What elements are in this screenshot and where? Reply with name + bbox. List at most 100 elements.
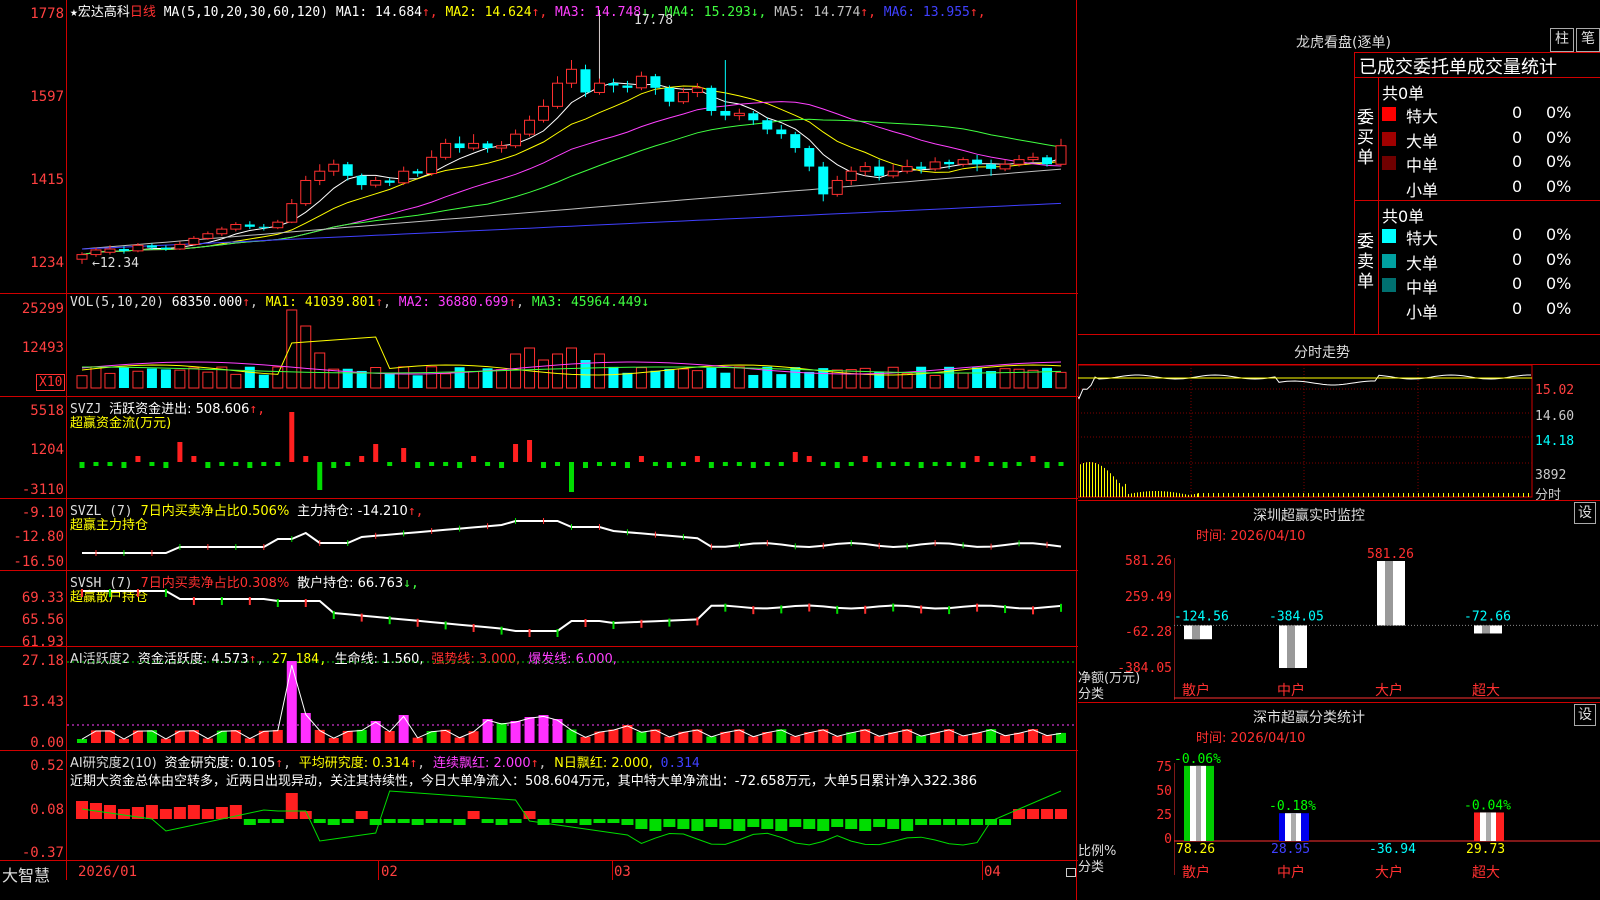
- ma-line-5: [81, 168, 1062, 250]
- intraday-vol-bar: [1343, 493, 1344, 497]
- candle-body: [593, 82, 605, 93]
- legend-swatch: [1382, 107, 1396, 121]
- intraday-chart[interactable]: [1078, 365, 1533, 500]
- candle-body: [342, 164, 353, 176]
- svsh-ytick-3: 61.93: [21, 634, 64, 650]
- vol-bar: [733, 366, 745, 389]
- ai2-bar: [579, 819, 592, 825]
- intraday-vol-bar: [1188, 494, 1189, 497]
- svzj-bar: [387, 462, 393, 466]
- intraday-vol-bar: [1428, 493, 1429, 497]
- ai2-chart[interactable]: [67, 751, 1076, 860]
- intraday-vol-bar: [1170, 491, 1171, 497]
- bar-mode-button[interactable]: 柱: [1550, 28, 1574, 52]
- ai2-bar: [593, 819, 606, 823]
- svzj-bar: [722, 462, 728, 466]
- candle-body: [216, 228, 228, 235]
- x-label-1: 2026/01: [78, 864, 138, 880]
- intraday-vol-bar: [1263, 493, 1264, 497]
- ai1-bar: [664, 736, 675, 743]
- intraday-vol-bar: [1363, 493, 1364, 497]
- volume-chart[interactable]: [67, 294, 1076, 396]
- x-label-3: 03: [614, 864, 631, 880]
- svzj-bar: [93, 462, 99, 466]
- sz-monitor-title: 深圳超赢实时监控: [1253, 508, 1365, 524]
- intraday-vol-bar: [1197, 493, 1198, 497]
- tick-mode-button[interactable]: 笔: [1576, 28, 1600, 52]
- sz-settings-button[interactable]: 设: [1574, 502, 1596, 524]
- ai2-bar: [985, 819, 998, 825]
- svsh-chart[interactable]: [67, 571, 1076, 646]
- candle-body: [944, 161, 955, 165]
- intraday-vol-bar: [1098, 464, 1099, 497]
- row-pct: 0%: [1546, 103, 1572, 122]
- candle-body: [776, 129, 787, 135]
- intraday-vol-bar: [1137, 492, 1138, 497]
- svzl-chart[interactable]: [67, 499, 1076, 570]
- intraday-vol-bar: [1158, 491, 1159, 497]
- intraday-vol-bar: [1238, 493, 1239, 497]
- sz-axis-label2: 分类: [1078, 687, 1105, 702]
- ai1-bar: [524, 717, 535, 743]
- svzj-bar: [890, 462, 896, 466]
- vol-bar: [370, 367, 382, 389]
- intraday-frame: [1078, 365, 1533, 498]
- candle-body: [677, 91, 689, 103]
- sz-bar-chart[interactable]: -124.56 散户 -384.05 中户 581.26 大户 -72.66 超大: [1174, 540, 1600, 700]
- ai2-bar: [425, 819, 438, 823]
- candle-body: [804, 148, 815, 167]
- legend-swatch: [1382, 156, 1396, 170]
- intraday-vol-bar: [1508, 493, 1509, 497]
- candle-body: [482, 143, 493, 149]
- ai2-bar: [327, 819, 340, 825]
- ai2-bar: [747, 819, 760, 827]
- candle-body: [398, 170, 410, 184]
- vol-unit-button[interactable]: X10: [36, 374, 66, 391]
- ai2-bar: [243, 819, 256, 825]
- class-ytick-3: 25: [1156, 808, 1172, 823]
- vol-bar: [272, 366, 284, 389]
- candle-body: [258, 226, 269, 228]
- intraday-vol-bar: [1468, 493, 1469, 497]
- intraday-vol-bar: [1101, 465, 1102, 497]
- class-time: 时间: 2026/04/10: [1196, 731, 1306, 746]
- class-settings-button[interactable]: 设: [1574, 704, 1596, 726]
- svsh-ytick-2: 65.56: [21, 612, 64, 628]
- intraday-vol-bar: [1161, 491, 1162, 497]
- candle-body: [426, 156, 438, 175]
- candle-body: [160, 247, 171, 250]
- vol-bar: [188, 367, 200, 389]
- intraday-vol-bar: [1164, 491, 1165, 497]
- ai2-bar: [859, 819, 872, 831]
- intraday-vol-bar: [1213, 493, 1214, 497]
- vol-bar: [286, 309, 298, 389]
- sz-category-label: 中户: [1277, 682, 1305, 699]
- kline-area[interactable]: ★宏达高科日线 MA(5,10,20,30,60,120) MA1: 14.68…: [0, 0, 1078, 900]
- vol-bar: [706, 367, 717, 388]
- candle-body: [818, 166, 829, 195]
- ai2-bar: [803, 819, 816, 829]
- vol-bar: [160, 369, 171, 388]
- svzj-bar: [1016, 462, 1022, 466]
- candle-body: [706, 87, 717, 111]
- class-bar-chart[interactable]: -0.06% 78.26 散户 -0.18% 28.95 中户 -36.94 大户 -0.04%…: [1174, 745, 1600, 900]
- candle-body: [845, 170, 857, 181]
- vol-bar: [468, 371, 480, 389]
- candlestick-chart[interactable]: [67, 0, 1076, 292]
- ai1-chart[interactable]: [67, 647, 1076, 750]
- ai2-bar: [663, 819, 676, 827]
- vol-bar: [664, 368, 675, 388]
- intraday-vol-bar: [1191, 494, 1192, 497]
- vol-bar: [300, 325, 312, 389]
- intraday-vol-bar: [1176, 492, 1177, 497]
- lock-icon: [1066, 868, 1076, 877]
- candle-body: [356, 175, 367, 186]
- candle-body: [901, 166, 913, 172]
- ai2-bar: [187, 805, 200, 819]
- vol-bar: [1042, 367, 1053, 388]
- buy-row-1: 特大 0 0%: [1382, 103, 1600, 126]
- candle-body: [635, 75, 647, 89]
- svzj-chart[interactable]: [67, 397, 1076, 498]
- ai2-bar: [313, 819, 326, 823]
- vol-bar: [972, 367, 983, 388]
